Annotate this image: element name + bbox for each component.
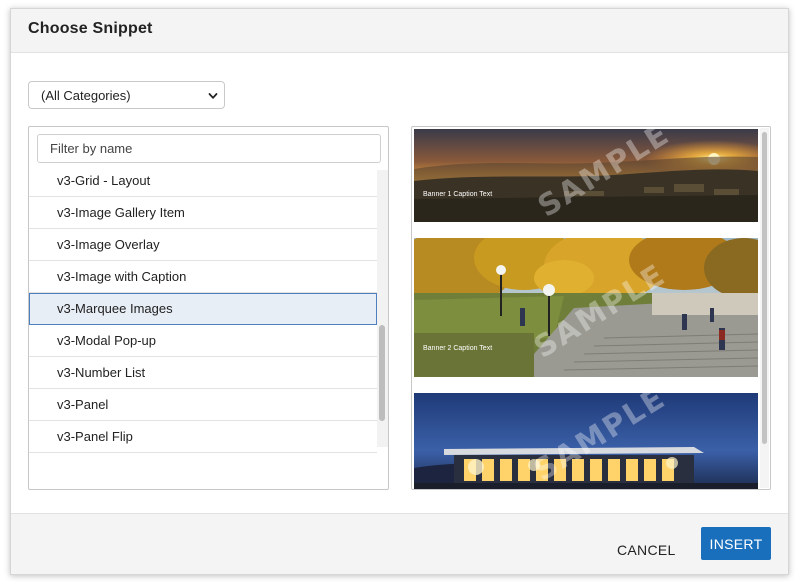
preview-banner-1: SAMPLE Banner 1 Caption Text	[414, 129, 758, 222]
snippet-item-label: v3-Marquee Images	[57, 301, 173, 316]
banner-2-caption: Banner 2 Caption Text	[423, 345, 493, 352]
snippet-item-image-with-caption[interactable]: v3-Image with Caption	[29, 261, 377, 293]
filter-by-name-input[interactable]: Filter by name	[37, 134, 381, 163]
snippet-item-panel-flip[interactable]: v3-Panel Flip	[29, 421, 377, 453]
snippet-item-panel[interactable]: v3-Panel	[29, 389, 377, 421]
category-select[interactable]: (All Categories)	[28, 81, 225, 109]
preview-scrollbar-thumb[interactable]	[762, 132, 767, 444]
filter-placeholder: Filter by name	[50, 141, 133, 156]
preview-banner-2: SAMPLE Banner 2 Caption Text	[414, 238, 758, 377]
snippet-list: v3-Grid - Layout v3-Image Gallery Item v…	[29, 170, 377, 453]
snippet-list-scrollbar[interactable]	[377, 170, 388, 447]
snippet-item-marquee-images[interactable]: v3-Marquee Images	[29, 293, 377, 325]
snippet-item-number-list[interactable]: v3-Number List	[29, 357, 377, 389]
snippet-item-label: v3-Panel Flip	[57, 429, 133, 444]
snippet-item-label: v3-Number List	[57, 365, 146, 380]
dialog-footer: CANCEL INSERT	[11, 513, 788, 574]
snippet-item-image-overlay[interactable]: v3-Image Overlay	[29, 229, 377, 261]
snippet-item-modal-pop-up[interactable]: v3-Modal Pop-up	[29, 325, 377, 357]
preview-scrollbar[interactable]	[760, 128, 769, 488]
snippet-item-label: v3-Image with Caption	[57, 269, 187, 284]
snippet-item-label: v3-Image Overlay	[57, 237, 160, 252]
snippet-preview-panel: SAMPLE Banner 1 Caption Text SAMPLE Bann…	[411, 126, 771, 490]
insert-button[interactable]: INSERT	[701, 527, 771, 560]
snippet-item-label: v3-Panel	[57, 397, 109, 412]
snippet-list-scrollbar-thumb[interactable]	[379, 325, 385, 421]
chevron-down-icon	[208, 93, 218, 99]
cancel-button[interactable]: CANCEL	[617, 534, 676, 566]
snippet-item-label: v3-Image Gallery Item	[57, 205, 185, 220]
snippet-item-grid-layout[interactable]: v3-Grid - Layout	[29, 170, 377, 197]
snippet-item-label: v3-Modal Pop-up	[57, 333, 156, 348]
dialog-header: Choose Snippet	[11, 9, 788, 53]
snippet-item-image-gallery-item[interactable]: v3-Image Gallery Item	[29, 197, 377, 229]
snippet-list-panel: Filter by name v3-Grid - Layout v3-Image…	[28, 126, 389, 490]
banner-1-caption: Banner 1 Caption Text	[423, 191, 493, 198]
category-select-value: (All Categories)	[41, 88, 131, 103]
choose-snippet-dialog: Choose Snippet (All Categories) Filter b…	[10, 8, 789, 575]
preview-banner-3: SAMPLE	[414, 393, 758, 489]
dialog-title: Choose Snippet	[28, 20, 153, 37]
snippet-item-label: v3-Grid - Layout	[57, 173, 151, 188]
